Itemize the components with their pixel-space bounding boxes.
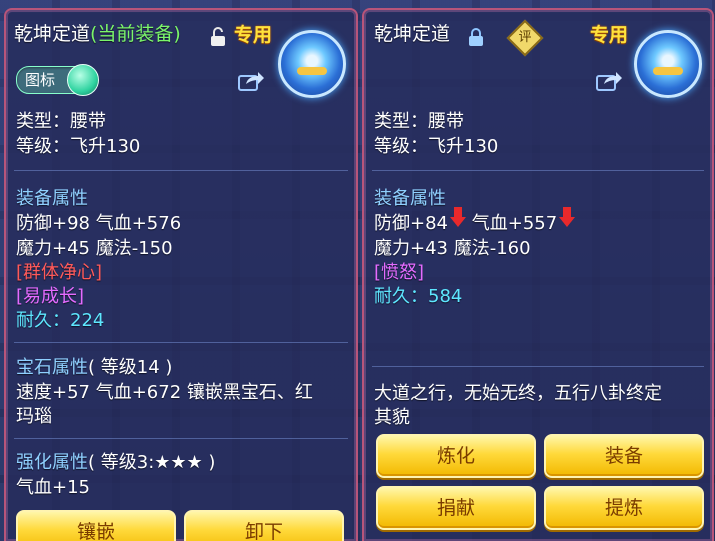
divider	[14, 342, 348, 343]
icon-toggle-label: 图标	[25, 71, 56, 89]
enhance-line-1: 气血+15	[16, 477, 90, 498]
attr-defense: 防御+84	[374, 213, 448, 234]
divider	[372, 366, 704, 367]
toggle-knob	[67, 64, 99, 96]
exclusive-label: 专用	[234, 24, 273, 46]
gem-line-1: 速度+57 气血+672 镶嵌黑宝石、红	[16, 382, 313, 403]
equipped-tag: (当前装备)	[90, 23, 181, 45]
locked-padlock-icon[interactable]	[468, 27, 484, 47]
exclusive-label: 专用	[590, 24, 629, 46]
attr-line-1: 防御+98 气血+576	[16, 213, 182, 234]
equip-attr-header: 装备属性	[16, 188, 88, 209]
unlocked-padlock-icon[interactable]	[210, 27, 226, 47]
share-icon[interactable]	[238, 70, 264, 92]
compare-equipment-panel: 乾坤定道 评 专用 类型：腰带 等级：飞升130 装备属性 防御+84 气血+5…	[362, 8, 714, 541]
gem-line-2: 玛瑙	[16, 406, 52, 427]
level-line: 等级：飞升130	[16, 136, 141, 157]
level-line: 等级：飞升130	[374, 136, 499, 157]
special-effect-2: [易成长]	[16, 286, 85, 307]
gem-level: ( 等级14 )	[88, 357, 173, 378]
belt-item-icon	[278, 30, 346, 98]
special-effect-1: [愤怒]	[374, 262, 425, 283]
equip-button[interactable]: 装备	[544, 434, 704, 478]
gem-header: 宝石属性	[16, 357, 88, 378]
type-line: 类型：腰带	[16, 111, 106, 132]
current-equipment-panel: 乾坤定道(当前装备) 专用 图标 类型：腰带 等级：飞升130 装备属性 防御+…	[4, 8, 358, 541]
item-name: 乾坤定道	[14, 23, 91, 45]
belt-item-icon	[634, 30, 702, 98]
share-icon[interactable]	[596, 70, 622, 92]
attr-line-2: 魔力+45 魔法-150	[16, 238, 173, 259]
extract-button[interactable]: 提炼	[544, 486, 704, 530]
equip-attr-header: 装备属性	[374, 188, 446, 209]
icon-toggle[interactable]: 图标	[16, 64, 99, 96]
red-down-arrow-icon	[450, 207, 466, 227]
item-name: 乾坤定道	[374, 23, 451, 45]
divider	[14, 170, 348, 171]
rating-badge-label: 评	[518, 30, 532, 45]
enhance-level: ( 等级3:★★★ )	[88, 452, 216, 473]
attr-hp: 气血+557	[471, 213, 558, 234]
enhance-header-line: 强化属性( 等级3:★★★ )	[16, 451, 215, 475]
divider	[14, 438, 348, 439]
enhance-header: 强化属性	[16, 452, 88, 473]
item-name-line: 乾坤定道(当前装备)	[14, 22, 181, 46]
inlay-button[interactable]: 镶嵌	[16, 510, 176, 541]
remove-button[interactable]: 卸下	[184, 510, 344, 541]
divider	[372, 170, 704, 171]
durability: 耐久：224	[16, 310, 105, 331]
rating-badge-icon[interactable]: 评	[506, 19, 544, 57]
red-down-arrow-icon	[559, 207, 576, 227]
durability: 耐久：584	[374, 286, 463, 307]
attr-line-2: 魔力+43 魔法-160	[374, 238, 531, 259]
type-line: 类型：腰带	[374, 111, 464, 132]
description-line-1: 大道之行，无始无终，五行八卦终定	[374, 383, 662, 404]
refine-button[interactable]: 炼化	[376, 434, 536, 478]
special-effect-1: [群体净心]	[16, 262, 103, 283]
gem-header-line: 宝石属性( 等级14 )	[16, 356, 172, 380]
attr-line-1: 防御+84 气血+557	[374, 207, 576, 236]
donate-button[interactable]: 捐献	[376, 486, 536, 530]
description-line-2: 其貌	[374, 407, 410, 428]
